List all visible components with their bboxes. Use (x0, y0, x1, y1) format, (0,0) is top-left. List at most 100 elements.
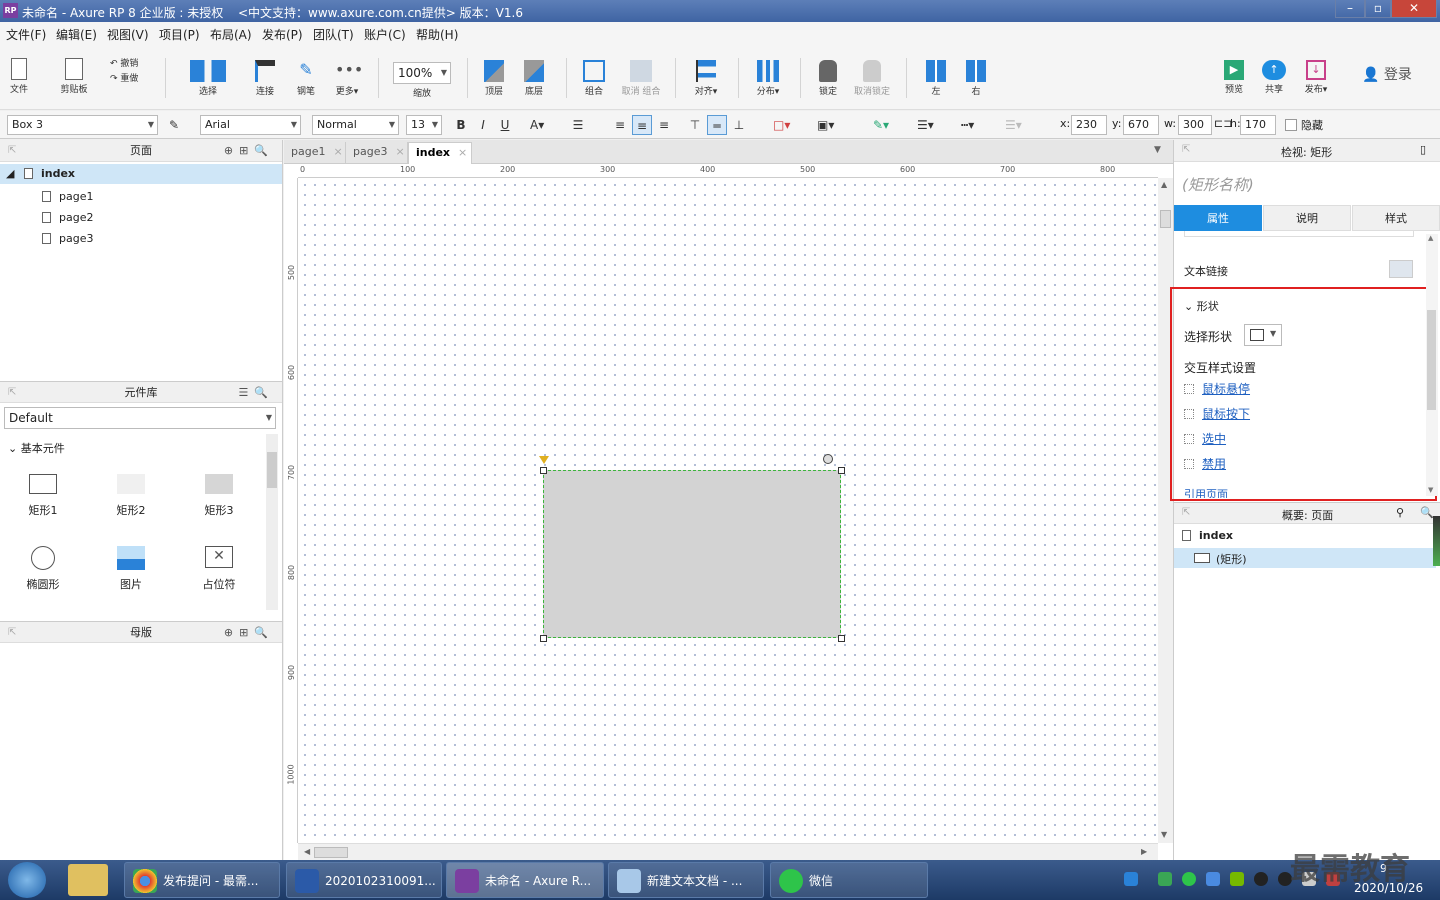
pin-icon[interactable]: ⇱ (8, 382, 16, 404)
resize-handle[interactable] (540, 635, 547, 642)
inspector-scrollbar[interactable]: ▲ ▼ (1426, 234, 1438, 496)
left-button[interactable]: 左 (922, 60, 950, 97)
close-icon[interactable]: × (458, 146, 467, 159)
height-field[interactable]: 170 (1240, 115, 1276, 135)
scroll-down-icon[interactable]: ▼ (1161, 830, 1167, 839)
pen-button[interactable]: ✎ 钢笔 (292, 60, 320, 97)
widget-rect2[interactable]: 矩形2 (96, 474, 166, 518)
scroll-right-icon[interactable]: ▶ (1141, 847, 1147, 856)
tree-item-page3[interactable]: page3 (42, 232, 93, 245)
tree-item-index[interactable]: ◢ index (0, 164, 282, 184)
connect-button[interactable]: 连接 (250, 60, 280, 97)
menu-file[interactable]: 文件(F) (6, 26, 46, 43)
tab-index[interactable]: index × (408, 142, 472, 164)
task-wechat[interactable]: 微信 (770, 862, 928, 898)
align-button[interactable]: 对齐▾ (688, 60, 724, 97)
login-button[interactable]: 👤 登录 (1362, 64, 1418, 84)
zoom-select[interactable]: 100% ▼ (393, 62, 451, 84)
underline-icon[interactable]: U (495, 115, 515, 135)
align-text-right-icon[interactable]: ≡ (654, 115, 674, 135)
close-icon[interactable]: × (333, 145, 342, 158)
task-word[interactable]: 2020102310091... (286, 862, 442, 898)
menu-project[interactable]: 项目(P) (159, 26, 200, 43)
line-width-icon[interactable]: ☰▾ (914, 115, 950, 135)
widget-rect1[interactable]: 矩形1 (8, 474, 78, 518)
format-painter-icon[interactable]: ✎ (164, 115, 184, 135)
library-header-icons[interactable]: ☰🔍 (238, 382, 274, 404)
library-select[interactable]: Default ▼ (4, 407, 276, 429)
y-field[interactable]: 670 (1123, 115, 1159, 135)
minimize-icon[interactable]: – (1335, 0, 1365, 18)
unlock-button[interactable]: 取消锁定 (852, 60, 892, 97)
font-size-select[interactable]: 13 ▼ (406, 115, 442, 135)
group-button[interactable]: 组合 (580, 60, 608, 97)
resize-handle[interactable] (540, 467, 547, 474)
menu-view[interactable]: 视图(V) (107, 26, 149, 43)
scroll-up-icon[interactable]: ▲ (1161, 180, 1167, 189)
align-middle-icon[interactable]: ═ (707, 115, 727, 135)
outline-scroll-indicator[interactable] (1433, 516, 1440, 566)
clipboard-button[interactable]: 剪贴板 (56, 58, 92, 95)
widget-placeholder[interactable]: ✕ 占位符 (184, 546, 254, 592)
close-window-icon[interactable]: ✕ (1391, 0, 1437, 18)
library-group-basic[interactable]: ⌄ 基本元件 (8, 440, 65, 456)
hidden-checkbox[interactable] (1285, 119, 1297, 131)
more-button[interactable]: ••• 更多▾ (330, 60, 364, 97)
width-field[interactable]: 300 (1178, 115, 1212, 135)
line-pattern-icon[interactable]: ┅▾ (958, 115, 994, 135)
menu-team[interactable]: 团队(T) (313, 26, 354, 43)
notes-page-icon[interactable]: ▯ (1420, 143, 1426, 156)
search-icon[interactable]: 🔍 (1420, 506, 1434, 519)
preview-button[interactable]: ▶ 预览 (1220, 60, 1248, 95)
pin-icon[interactable]: ⇱ (1182, 507, 1190, 518)
corner-radius-handle-icon[interactable] (539, 456, 549, 464)
library-scrollbar[interactable] (266, 434, 278, 610)
canvas-horizontal-scrollbar[interactable]: ◀ ▶ (298, 843, 1158, 860)
bullet-list-icon[interactable]: ☰ (568, 115, 588, 135)
maximize-icon[interactable]: ▫ (1365, 0, 1391, 18)
design-canvas[interactable] (298, 178, 1158, 843)
link-reference-page[interactable]: 引用页面 (1184, 486, 1228, 498)
bold-icon[interactable]: B (451, 115, 471, 135)
link-mouse-over[interactable]: 鼠标悬停 (1184, 380, 1250, 397)
selected-rectangle[interactable] (543, 470, 841, 638)
widget-rect3[interactable]: 矩形3 (184, 474, 254, 518)
scroll-thumb[interactable] (314, 847, 348, 858)
link-disabled[interactable]: 禁用 (1184, 455, 1226, 472)
tab-style[interactable]: 样式 (1352, 205, 1440, 231)
menu-help[interactable]: 帮助(H) (416, 26, 458, 43)
scroll-left-icon[interactable]: ◀ (304, 847, 310, 856)
italic-icon[interactable]: I (473, 115, 493, 135)
widget-name-select[interactable]: Box 3 ▼ (7, 115, 158, 135)
tree-item-page2[interactable]: page2 (42, 211, 93, 224)
shape-picker[interactable]: ▼ (1244, 324, 1282, 346)
masters-header-icons[interactable]: ⊕⊞🔍 (224, 622, 274, 644)
resize-handle[interactable] (838, 635, 845, 642)
wechat-tray-icon[interactable] (1182, 872, 1196, 886)
publish-button[interactable]: ↓ 发布▾ (1298, 60, 1334, 95)
start-button-icon[interactable] (8, 862, 46, 898)
shape-name-field[interactable]: (矩形名称) (1182, 174, 1254, 195)
font-style-select[interactable]: Normal ▼ (312, 115, 399, 135)
security-shield-icon[interactable] (1206, 872, 1220, 886)
menu-layout[interactable]: 布局(A) (210, 26, 252, 43)
outline-item-index[interactable]: index (1182, 529, 1233, 542)
undo-button[interactable]: ↶ 撤销 (110, 56, 150, 69)
task-axure[interactable]: 未命名 - Axure R... (446, 862, 604, 898)
shape-section-toggle[interactable]: ⌄ 形状 (1184, 298, 1219, 314)
align-bottom-icon[interactable]: ⊥ (729, 115, 749, 135)
link-icon[interactable] (1389, 260, 1413, 278)
resize-handle[interactable] (838, 467, 845, 474)
widget-image[interactable]: 图片 (96, 546, 166, 592)
rotate-handle-icon[interactable] (823, 454, 833, 464)
shadow-icon[interactable]: ▣▾ (814, 115, 850, 135)
qq-icon[interactable] (1254, 872, 1268, 886)
pin-icon[interactable]: ⇱ (8, 140, 16, 162)
scroll-thumb[interactable] (1160, 210, 1171, 228)
lock-button[interactable]: 锁定 (814, 60, 842, 97)
widget-ellipse[interactable]: 椭圆形 (8, 546, 78, 592)
tab-properties[interactable]: 属性 (1174, 205, 1262, 231)
link-selected[interactable]: 选中 (1184, 430, 1226, 447)
line-color-icon[interactable]: ✎▾ (870, 115, 906, 135)
close-icon[interactable]: × (395, 145, 404, 158)
